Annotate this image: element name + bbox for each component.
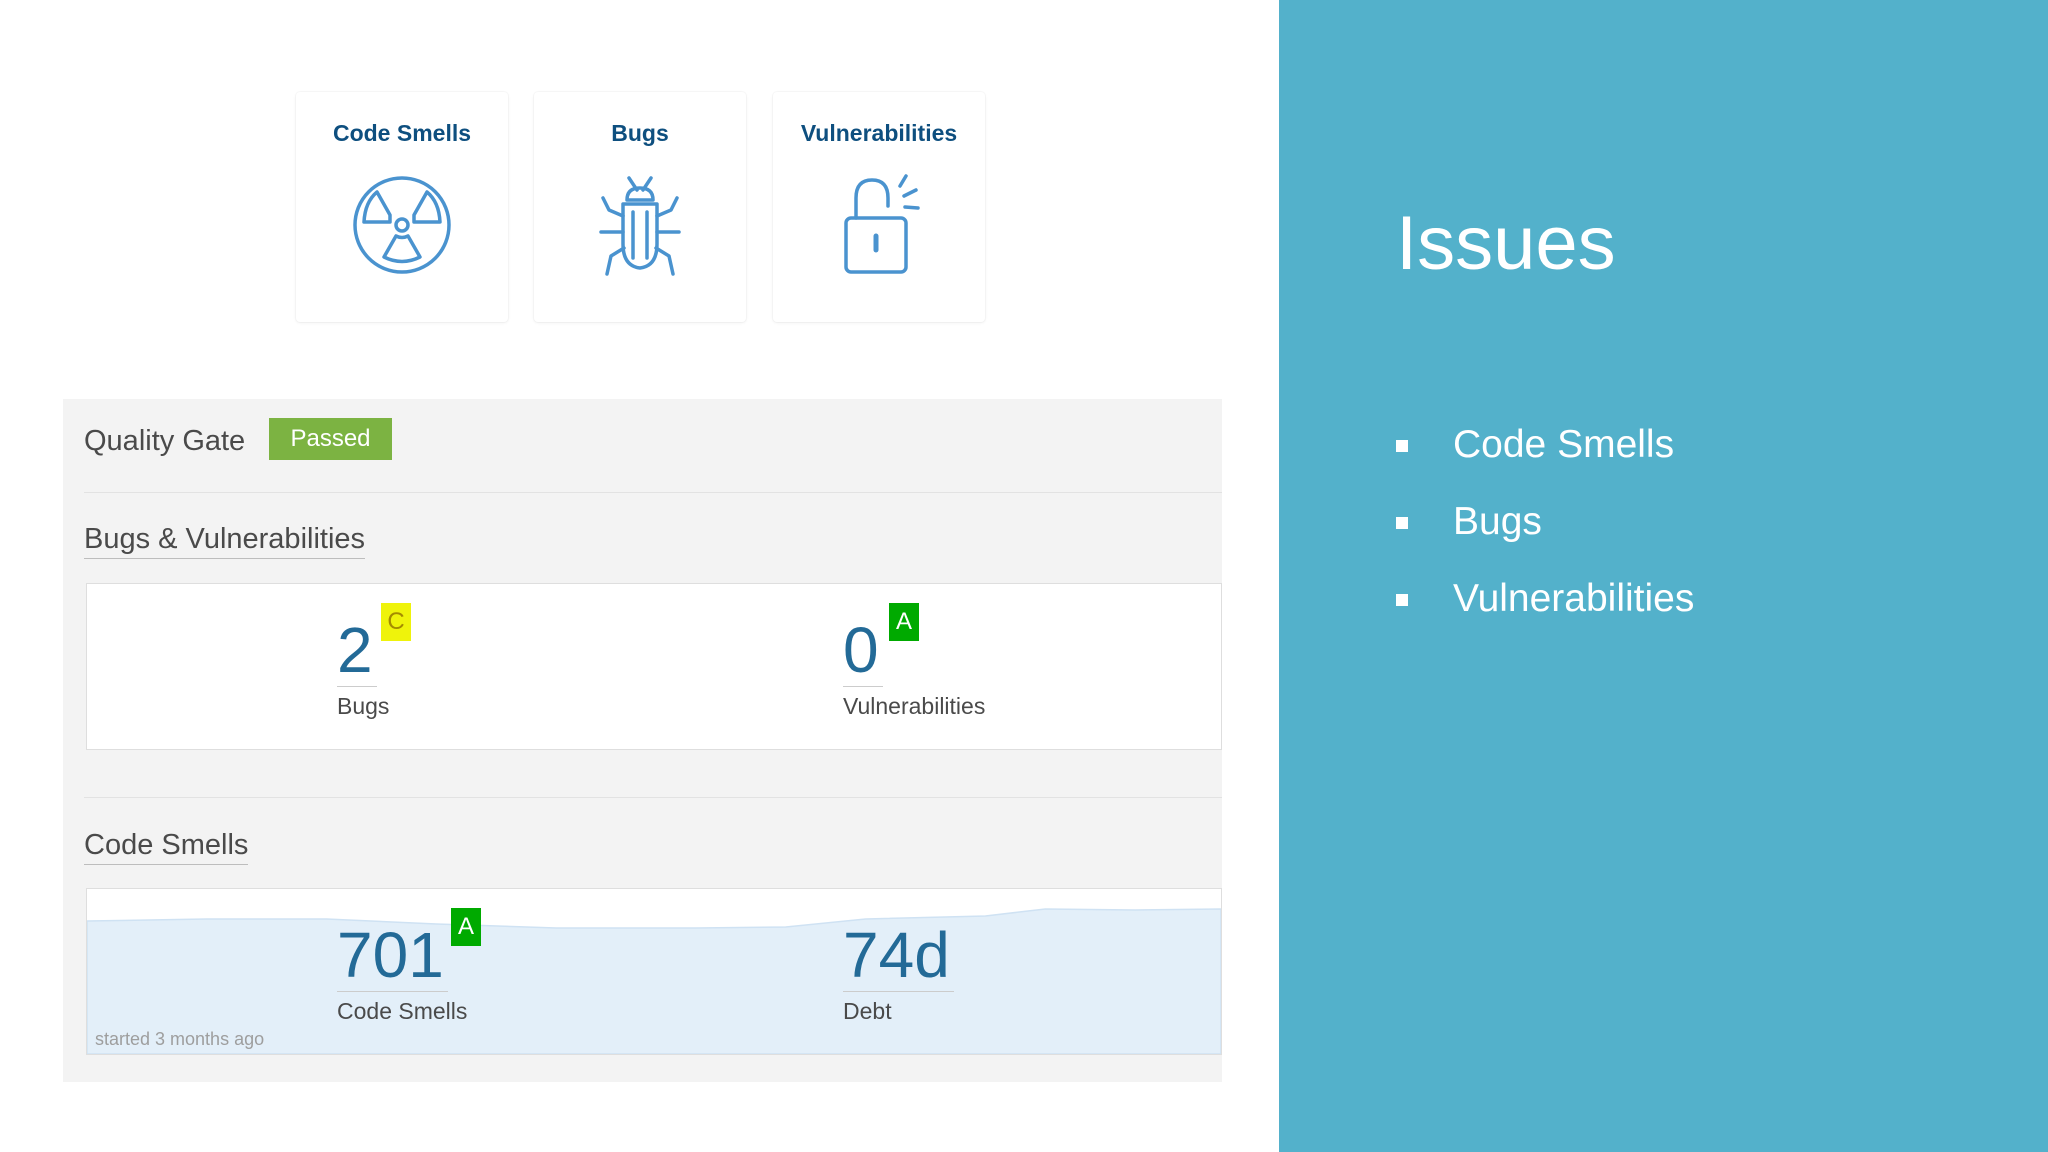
code-smells-card-title: Code Smells <box>332 120 472 146</box>
bullet-text: Vulnerabilities <box>1453 577 1695 620</box>
bug-icon <box>599 176 681 276</box>
bugs-card-title: Bugs <box>611 120 669 146</box>
bugs-vulnerabilities-section-title[interactable]: Bugs & Vulnerabilities <box>84 523 366 559</box>
code-smells-label: Code Smells <box>337 998 468 1024</box>
bugs-vulnerabilities-measures: 2 Bugs C 0 Vulnerabilities A <box>86 583 1222 750</box>
vulnerabilities-rating-badge[interactable]: A <box>889 603 919 641</box>
bullet-square-icon <box>1396 440 1408 452</box>
divider <box>84 492 1222 493</box>
debt-value[interactable]: 74d <box>843 919 954 992</box>
code-smells-rating-badge[interactable]: A <box>451 908 481 946</box>
debt-measure[interactable]: 74d Debt <box>843 919 954 1025</box>
bugs-count[interactable]: 2 <box>337 614 377 687</box>
vulnerabilities-label: Vulnerabilities <box>843 693 986 719</box>
vulnerabilities-card-title: Vulnerabilities <box>800 120 958 146</box>
bullet-square-icon <box>1396 517 1408 529</box>
divider <box>84 797 1222 798</box>
bugs-card: Bugs <box>534 92 746 322</box>
slide-left-panel: Code Smells Bugs Vulnerabilities Quality… <box>0 0 1279 1152</box>
history-started-note: started 3 months ago <box>95 1029 265 1049</box>
code-smells-count[interactable]: 701 <box>337 919 448 992</box>
code-smells-measures: 701 Code Smells A 74d Debt started 3 mon… <box>86 888 1222 1055</box>
quality-gate-label: Quality Gate <box>84 425 246 457</box>
code-smells-card: Code Smells <box>296 92 508 322</box>
code-smells-measure[interactable]: 701 Code Smells <box>337 919 467 1025</box>
vulnerabilities-count[interactable]: 0 <box>843 614 883 687</box>
debt-label: Debt <box>843 998 892 1024</box>
project-dashboard: Quality Gate Passed Bugs & Vulnerabiliti… <box>63 399 1222 1082</box>
bullet-text: Code Smells <box>1453 423 1675 466</box>
open-lock-icon <box>844 174 920 274</box>
bugs-rating-badge[interactable]: C <box>381 603 411 641</box>
slide-title: Issues <box>1396 201 1616 286</box>
code-smells-section-title[interactable]: Code Smells <box>84 829 249 865</box>
vulnerabilities-card: Vulnerabilities <box>773 92 985 322</box>
bugs-label: Bugs <box>337 693 390 719</box>
slide-right-panel: Issues Code Smells Bugs Vulnerabilities <box>1279 0 2048 1152</box>
bullet-square-icon <box>1396 594 1408 606</box>
bullet-text: Bugs <box>1453 500 1542 543</box>
radiation-icon <box>353 176 451 274</box>
quality-gate-status-badge[interactable]: Passed <box>269 418 392 460</box>
